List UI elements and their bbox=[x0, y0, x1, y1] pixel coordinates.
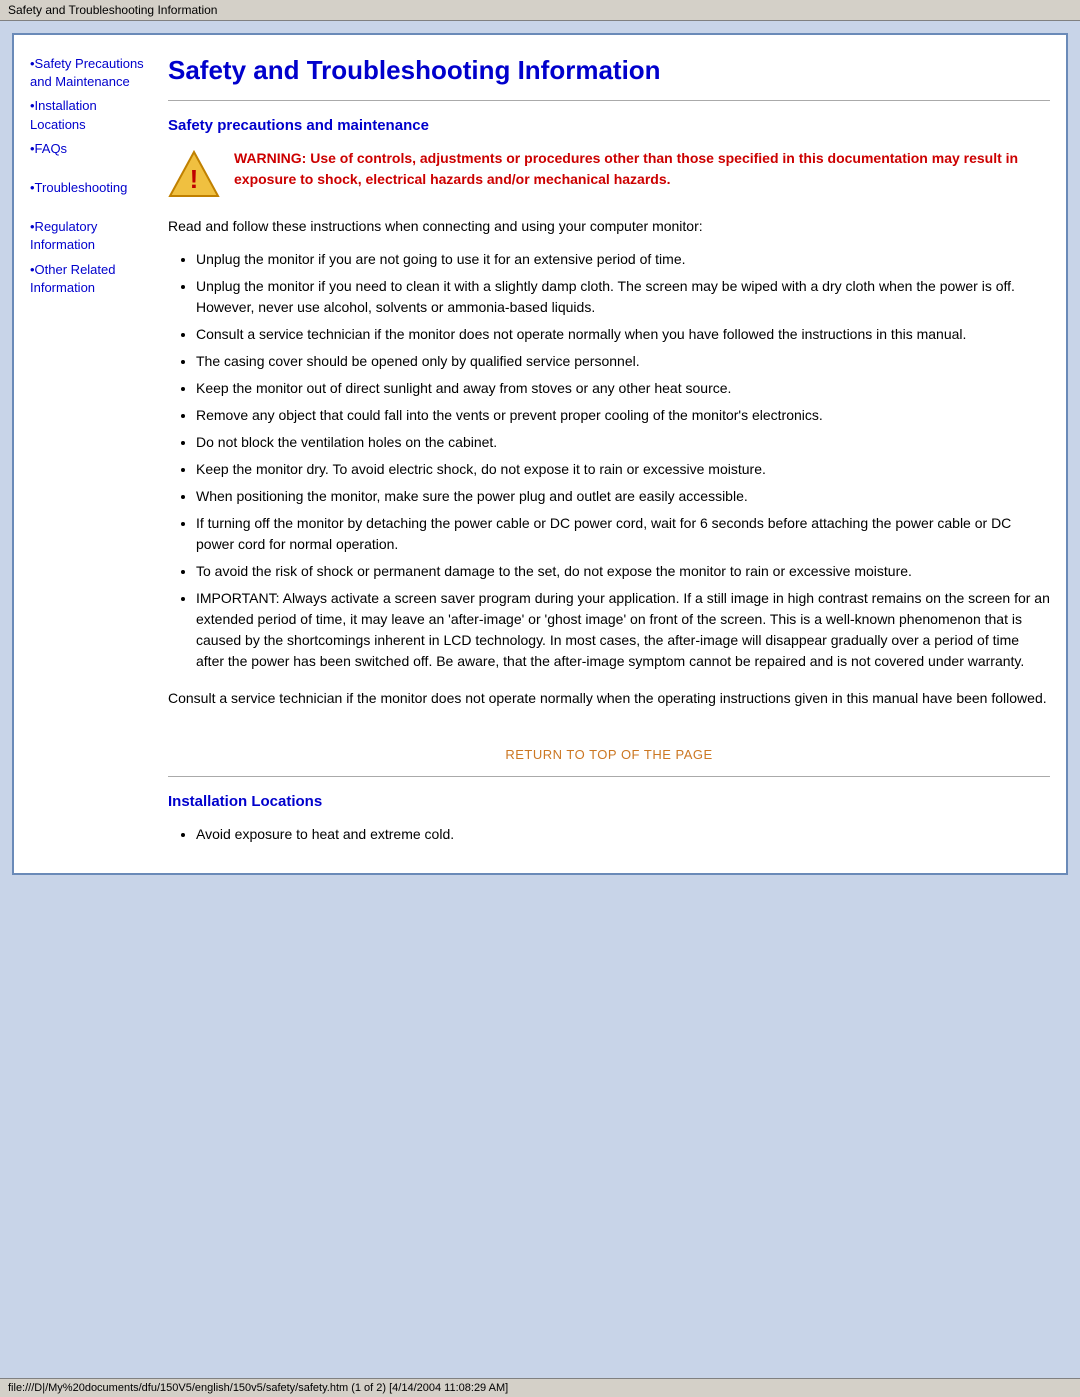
install-list: Avoid exposure to heat and extreme cold. bbox=[196, 824, 1050, 845]
list-item: To avoid the risk of shock or permanent … bbox=[196, 561, 1050, 582]
inner-layout: •Safety Precautions and Maintenance •Ins… bbox=[14, 35, 1066, 873]
browser-title-bar: Safety and Troubleshooting Information bbox=[0, 0, 1080, 21]
safety-list: Unplug the monitor if you are not going … bbox=[196, 249, 1050, 672]
sidebar-item-troubleshooting[interactable]: •Troubleshooting bbox=[30, 179, 150, 197]
safety-section-heading: Safety precautions and maintenance bbox=[168, 117, 1050, 134]
nav-group-safety: •Safety Precautions and Maintenance bbox=[30, 55, 150, 91]
main-content: Safety and Troubleshooting Information S… bbox=[160, 55, 1050, 857]
list-item: IMPORTANT: Always activate a screen save… bbox=[196, 588, 1050, 672]
warning-icon: ! bbox=[168, 148, 220, 200]
list-item: When positioning the monitor, make sure … bbox=[196, 486, 1050, 507]
nav-group-other: •Other Related Information bbox=[30, 261, 150, 297]
list-item: Remove any object that could fall into t… bbox=[196, 405, 1050, 426]
nav-group-installation: •Installation Locations bbox=[30, 97, 150, 133]
status-bar-text: file:///D|/My%20documents/dfu/150V5/engl… bbox=[8, 1382, 508, 1394]
list-item: Unplug the monitor if you are not going … bbox=[196, 249, 1050, 270]
sidebar-item-faqs[interactable]: •FAQs bbox=[30, 140, 150, 158]
list-item: Consult a service technician if the moni… bbox=[196, 324, 1050, 345]
sidebar: •Safety Precautions and Maintenance •Ins… bbox=[30, 55, 160, 857]
sidebar-item-installation[interactable]: •Installation Locations bbox=[30, 97, 150, 133]
content-frame: •Safety Precautions and Maintenance •Ins… bbox=[12, 33, 1068, 875]
warning-text: WARNING: Use of controls, adjustments or… bbox=[234, 148, 1050, 190]
status-bar: file:///D|/My%20documents/dfu/150V5/engl… bbox=[0, 1378, 1080, 1397]
list-item: Unplug the monitor if you need to clean … bbox=[196, 276, 1050, 318]
middle-divider bbox=[168, 776, 1050, 777]
installation-section: Installation Locations Avoid exposure to… bbox=[168, 793, 1050, 845]
page-title: Safety and Troubleshooting Information bbox=[168, 55, 1050, 86]
list-item: Avoid exposure to heat and extreme cold. bbox=[196, 824, 1050, 845]
list-item: Keep the monitor dry. To avoid electric … bbox=[196, 459, 1050, 480]
top-divider bbox=[168, 100, 1050, 101]
warning-box: ! WARNING: Use of controls, adjustments … bbox=[168, 148, 1050, 200]
list-item: Keep the monitor out of direct sunlight … bbox=[196, 378, 1050, 399]
svg-text:!: ! bbox=[190, 164, 199, 194]
list-item: If turning off the monitor by detaching … bbox=[196, 513, 1050, 555]
return-to-top-link[interactable]: RETURN TO TOP OF THE PAGE bbox=[505, 747, 712, 762]
sidebar-item-other[interactable]: •Other Related Information bbox=[30, 261, 150, 297]
installation-section-heading: Installation Locations bbox=[168, 793, 1050, 810]
sidebar-item-regulatory[interactable]: •Regulatory Information bbox=[30, 218, 150, 254]
safety-section: Safety precautions and maintenance ! WAR… bbox=[168, 117, 1050, 776]
nav-group-faqs: •FAQs bbox=[30, 140, 150, 158]
safety-intro: Read and follow these instructions when … bbox=[168, 216, 1050, 237]
main-wrapper: •Safety Precautions and Maintenance •Ins… bbox=[0, 21, 1080, 1381]
consult-text: Consult a service technician if the moni… bbox=[168, 688, 1050, 709]
return-to-top: RETURN TO TOP OF THE PAGE bbox=[168, 729, 1050, 776]
list-item: Do not block the ventilation holes on th… bbox=[196, 432, 1050, 453]
nav-group-regulatory: •Regulatory Information bbox=[30, 218, 150, 254]
sidebar-item-safety[interactable]: •Safety Precautions and Maintenance bbox=[30, 55, 150, 91]
list-item: The casing cover should be opened only b… bbox=[196, 351, 1050, 372]
nav-group-troubleshooting: •Troubleshooting bbox=[30, 179, 150, 197]
browser-title: Safety and Troubleshooting Information bbox=[8, 3, 217, 17]
